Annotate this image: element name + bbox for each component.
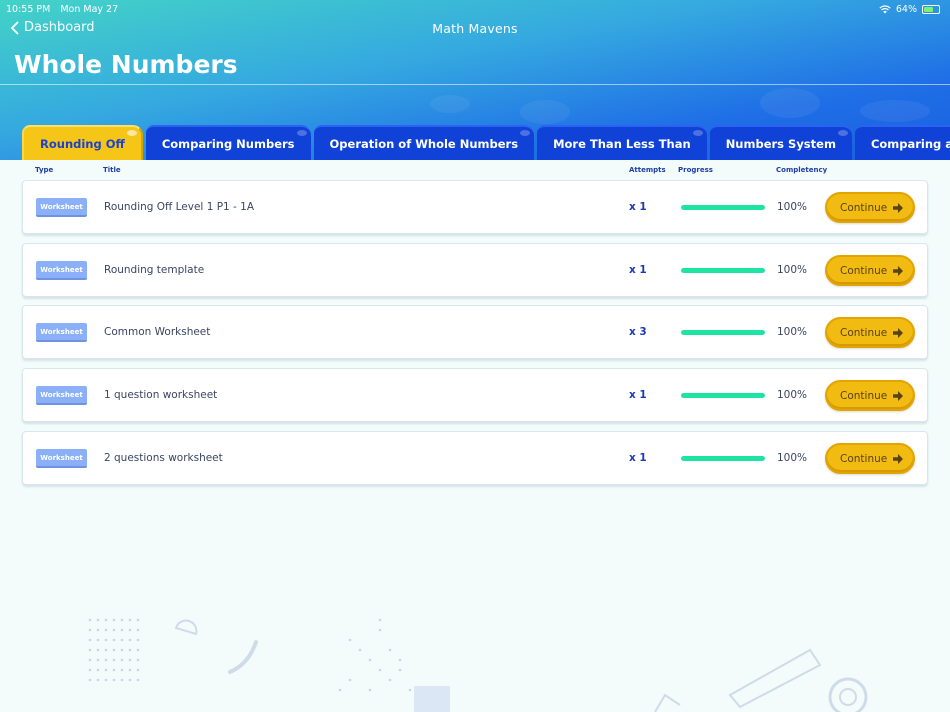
header-decoration: [860, 100, 930, 122]
attempts-count: x 1: [629, 389, 647, 401]
column-header-type: Type: [35, 166, 54, 174]
completeness-value: 100%: [777, 264, 808, 276]
row-title: 2 questions worksheet: [104, 452, 223, 464]
battery-icon: [922, 4, 940, 14]
battery-percent: 64%: [895, 3, 917, 15]
tab-label: More Than Less Than: [553, 136, 691, 151]
type-badge: Worksheet: [36, 261, 87, 280]
continue-label: Continue: [840, 264, 888, 277]
continue-button[interactable]: Continue: [825, 255, 915, 286]
completeness-value: 100%: [777, 389, 808, 401]
attempts-count: x 1: [629, 264, 647, 276]
attempts-count: x 1: [629, 201, 647, 213]
header-decoration: [520, 100, 570, 124]
table-row: Worksheet Rounding Off Level 1 P1 - 1A x…: [22, 180, 928, 234]
column-header-completeness: Completency: [776, 166, 828, 174]
background-doodles: [88, 618, 450, 712]
continue-button[interactable]: Continue: [825, 443, 915, 474]
attempts-count: x 3: [629, 326, 647, 338]
topic-tabs: Rounding Off Comparing Numbers Operation…: [22, 125, 950, 160]
tab-rounding-off[interactable]: Rounding Off: [22, 125, 143, 160]
column-header-attempts: Attempts: [629, 166, 666, 174]
tab-label: Operation of Whole Numbers: [329, 136, 519, 151]
tab-comparing-and-ordering[interactable]: Comparing and Ordering whole nu: [854, 125, 950, 160]
row-title: Rounding template: [104, 264, 205, 276]
tab-label: Comparing and Ordering whole nu: [870, 136, 950, 151]
progress-bar: [681, 268, 765, 273]
row-title: 1 question worksheet: [104, 389, 218, 401]
completeness-value: 100%: [777, 326, 808, 338]
row-title: Rounding Off Level 1 P1 - 1A: [104, 201, 255, 213]
table-row: Worksheet Rounding template x 1 100% Con…: [22, 243, 928, 297]
background-doodles: [654, 648, 868, 712]
status-indicators: 64%: [879, 4, 940, 15]
progress-bar: [681, 330, 765, 335]
divider: [0, 84, 950, 85]
type-badge: Worksheet: [36, 386, 87, 405]
continue-button[interactable]: Continue: [825, 380, 915, 411]
progress-fill: [681, 456, 765, 461]
row-title: Common Worksheet: [104, 326, 211, 338]
table-row: Worksheet 2 questions worksheet x 1 100%…: [22, 431, 928, 485]
tab-label: Numbers System: [725, 136, 836, 151]
completeness-value: 100%: [777, 452, 808, 464]
table-row: Worksheet 1 question worksheet x 1 100% …: [22, 368, 928, 422]
column-header-title: Title: [103, 166, 121, 174]
continue-label: Continue: [840, 389, 888, 402]
type-badge: Worksheet: [36, 323, 87, 342]
status-time: 10:55 PM: [6, 3, 51, 15]
progress-bar: [681, 393, 765, 398]
table-row: Worksheet Common Worksheet x 3 100% Cont…: [22, 305, 928, 359]
tab-operation-of-whole-numbers[interactable]: Operation of Whole Numbers: [313, 125, 535, 160]
header-decoration: [760, 88, 820, 118]
continue-label: Continue: [840, 201, 888, 214]
tab-comparing-numbers[interactable]: Comparing Numbers: [145, 125, 311, 160]
tab-label: Comparing Numbers: [161, 136, 295, 151]
status-date: Mon May 27: [60, 3, 119, 15]
progress-fill: [681, 205, 765, 210]
progress-bar: [681, 205, 765, 210]
attempts-count: x 1: [629, 452, 647, 464]
type-badge: Worksheet: [36, 198, 87, 217]
arrow-right-icon: [893, 454, 903, 464]
continue-label: Continue: [840, 452, 888, 465]
progress-bar: [681, 456, 765, 461]
page-title: Whole Numbers: [14, 50, 238, 79]
tab-numbers-system[interactable]: Numbers System: [709, 125, 852, 160]
continue-button[interactable]: Continue: [825, 192, 915, 223]
arrow-right-icon: [893, 391, 903, 401]
continue-button[interactable]: Continue: [825, 317, 915, 348]
tab-label: Rounding Off: [40, 136, 125, 151]
status-bar: 10:55 PM Mon May 27 64%: [6, 2, 940, 16]
continue-label: Continue: [840, 326, 888, 339]
wifi-icon: [879, 4, 891, 13]
progress-fill: [681, 330, 765, 335]
header-decoration: [430, 95, 470, 113]
arrow-right-icon: [893, 266, 903, 276]
arrow-right-icon: [893, 328, 903, 338]
app-title: Math Mavens: [432, 21, 518, 36]
progress-fill: [681, 393, 765, 398]
tab-more-than-less-than[interactable]: More Than Less Than: [537, 125, 707, 160]
progress-fill: [681, 268, 765, 273]
column-header-progress: Progress: [678, 166, 713, 174]
arrow-right-icon: [893, 203, 903, 213]
type-badge: Worksheet: [36, 449, 87, 468]
completeness-value: 100%: [777, 201, 808, 213]
